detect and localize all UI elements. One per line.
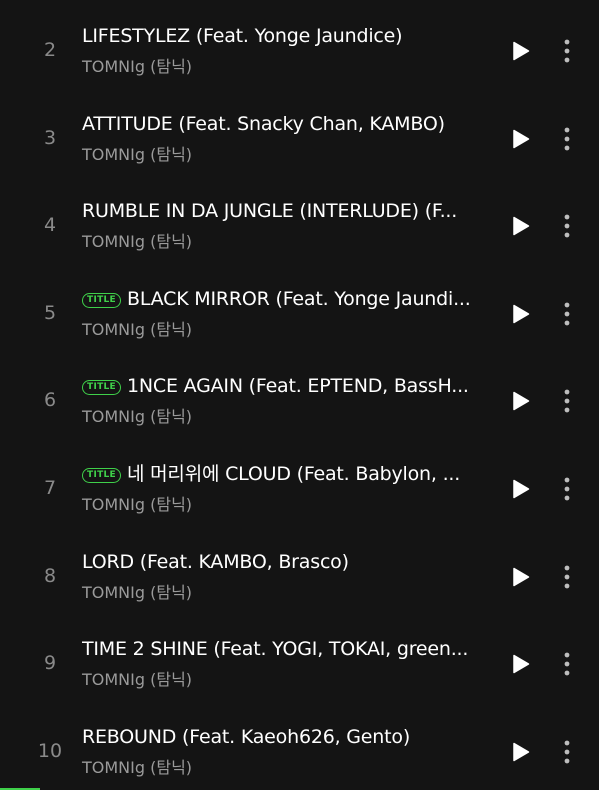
track-title[interactable]: TIME 2 SHINE (Feat. YOGI, TOKAI, green..…	[82, 636, 499, 662]
track-number: 2	[43, 39, 57, 61]
more-options-button[interactable]	[556, 737, 578, 767]
more-vertical-icon	[564, 740, 570, 764]
more-options-button[interactable]	[556, 36, 578, 66]
track-title-text: REBOUND (Feat. Kaeoh626, Gento)	[82, 725, 411, 748]
track-row[interactable]: 3 ATTITUDE (Feat. Snacky Chan, KAMBO) TOMN…	[0, 88, 599, 176]
play-button[interactable]	[508, 476, 534, 502]
more-vertical-icon	[564, 565, 570, 588]
play-icon	[513, 392, 530, 411]
track-artist[interactable]: TOMNIg (탐닉)	[82, 319, 192, 341]
track-row[interactable]: 9 TIME 2 SHINE (Feat. YOGI, TOKAI, green.…	[0, 613, 599, 701]
track-title-text: 네 머리위에 CLOUD (Feat. Babylon, ...	[127, 463, 461, 485]
track-title[interactable]: ATTITUDE (Feat. Snacky Chan, KAMBO)	[82, 111, 499, 137]
play-button[interactable]	[508, 388, 534, 414]
play-button[interactable]	[508, 564, 534, 590]
track-row[interactable]: 2 LIFESTYLEZ (Feat. Yonge Jaundice) TOMNIg…	[0, 0, 599, 88]
more-vertical-icon	[564, 477, 570, 501]
title-track-badge: TITLE	[82, 292, 122, 308]
track-title-text: LIFESTYLEZ (Feat. Yonge Jaundice)	[82, 25, 403, 47]
title-track-badge: TITLE	[82, 380, 122, 396]
play-button[interactable]	[508, 213, 534, 239]
more-options-button[interactable]	[556, 211, 578, 241]
track-artist[interactable]: TOMNIg (탐닉)	[82, 56, 192, 78]
track-number: 10	[37, 739, 63, 762]
more-vertical-icon	[564, 302, 570, 326]
track-title-text: BLACK MIRROR (Feat. Yonge Jaundi...	[127, 287, 471, 310]
play-icon	[513, 567, 530, 586]
more-vertical-icon	[564, 127, 570, 150]
track-title-text: 1NCE AGAIN (Feat. EPTEND, BassH...	[127, 375, 469, 398]
track-artist[interactable]: TOMNIg (탐닉)	[82, 406, 192, 428]
track-number: 7	[43, 477, 57, 499]
more-options-button[interactable]	[556, 649, 578, 679]
track-title[interactable]: REBOUND (Feat. Kaeoh626, Gento)	[82, 724, 499, 750]
play-icon	[513, 742, 530, 762]
play-button[interactable]	[508, 38, 534, 64]
play-icon	[513, 41, 530, 61]
play-button[interactable]	[508, 651, 534, 677]
track-row[interactable]: 10 REBOUND (Feat. Kaeoh626, Gento) TOMNIg …	[0, 701, 599, 789]
more-options-button[interactable]	[556, 562, 578, 592]
title-track-badge: TITLE	[82, 468, 122, 483]
track-title[interactable]: TITLE 네 머리위에 CLOUD (Feat. Babylon, ...	[82, 461, 499, 487]
track-title-text: RUMBLE IN DA JUNGLE (INTERLUDE) (F...	[82, 200, 458, 223]
play-icon	[513, 479, 530, 499]
track-title[interactable]: TITLE 1NCE AGAIN (Feat. EPTEND, BassH...	[82, 373, 499, 399]
track-artist[interactable]: TOMNIg (탐닉)	[82, 144, 192, 166]
track-row[interactable]: 6 TITLE 1NCE AGAIN (Feat. EPTEND, BassH...…	[0, 350, 599, 438]
track-artist[interactable]: TOMNIg (탐닉)	[82, 231, 192, 253]
play-button[interactable]	[508, 301, 534, 327]
play-button[interactable]	[508, 126, 534, 152]
track-title[interactable]: RUMBLE IN DA JUNGLE (INTERLUDE) (F...	[82, 198, 499, 224]
track-number: 8	[43, 564, 57, 587]
track-row[interactable]: 5 TITLE BLACK MIRROR (Feat. Yonge Jaundi..…	[0, 263, 599, 351]
track-title-text: ATTITUDE (Feat. Snacky Chan, KAMBO)	[82, 112, 445, 135]
track-number: 9	[43, 652, 57, 675]
more-vertical-icon	[564, 652, 570, 676]
play-icon	[513, 129, 530, 148]
play-button[interactable]	[508, 739, 534, 765]
track-title[interactable]: TITLE BLACK MIRROR (Feat. Yonge Jaundi...	[82, 286, 499, 312]
track-row[interactable]: 8 LORD (Feat. KAMBO, Brasco) TOMNIg (탐닉)	[0, 526, 599, 614]
more-options-button[interactable]	[556, 474, 578, 504]
track-artist[interactable]: TOMNIg (탐닉)	[82, 757, 192, 779]
more-options-button[interactable]	[556, 386, 578, 416]
track-title[interactable]: LIFESTYLEZ (Feat. Yonge Jaundice)	[82, 23, 499, 49]
play-icon	[513, 216, 530, 236]
track-artist[interactable]: TOMNIg (탐닉)	[82, 494, 192, 516]
more-vertical-icon	[564, 39, 570, 63]
track-number: 3	[43, 126, 57, 149]
track-row[interactable]: 4 RUMBLE IN DA JUNGLE (INTERLUDE) (F... TO…	[0, 175, 599, 263]
track-artist[interactable]: TOMNIg (탐닉)	[82, 669, 192, 691]
more-vertical-icon	[564, 389, 570, 413]
track-number: 6	[43, 389, 57, 412]
track-row[interactable]: 7 TITLE 네 머리위에 CLOUD (Feat. Babylon, ... TO…	[0, 438, 599, 526]
track-number: 5	[43, 301, 57, 324]
play-icon	[513, 654, 530, 674]
track-title[interactable]: LORD (Feat. KAMBO, Brasco)	[82, 549, 499, 575]
track-title-text: TIME 2 SHINE (Feat. YOGI, TOKAI, green..…	[82, 638, 469, 661]
more-options-button[interactable]	[556, 299, 578, 329]
track-title-text: LORD (Feat. KAMBO, Brasco)	[82, 550, 349, 573]
track-artist[interactable]: TOMNIg (탐닉)	[82, 582, 192, 604]
track-number: 4	[43, 214, 57, 237]
more-vertical-icon	[564, 214, 570, 238]
more-options-button[interactable]	[556, 124, 578, 154]
play-icon	[513, 304, 530, 324]
